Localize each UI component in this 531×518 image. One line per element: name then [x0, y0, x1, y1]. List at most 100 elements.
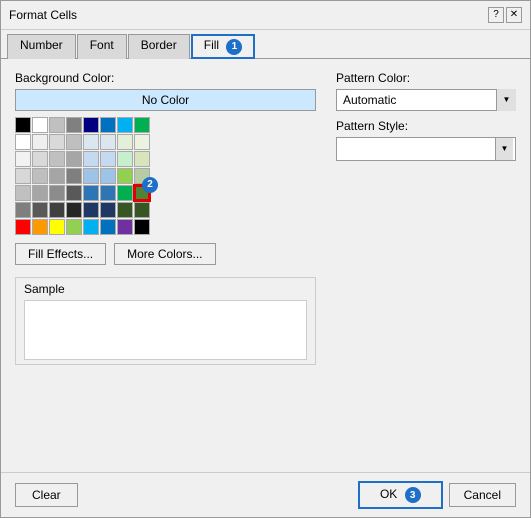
color-cell[interactable] — [49, 151, 65, 167]
sample-section: Sample — [15, 277, 316, 365]
color-row — [15, 168, 316, 184]
color-cell[interactable] — [117, 202, 133, 218]
color-cell[interactable] — [49, 202, 65, 218]
color-cell[interactable] — [32, 151, 48, 167]
color-cell[interactable] — [117, 185, 133, 201]
color-cell[interactable] — [66, 134, 82, 150]
color-cell[interactable] — [134, 134, 150, 150]
color-cell[interactable]: 2 — [134, 185, 150, 201]
color-cell[interactable] — [15, 202, 31, 218]
color-cell[interactable] — [100, 219, 116, 235]
tab-content: Background Color: No Color 2 Fill Effect… — [1, 59, 530, 472]
more-colors-button[interactable]: More Colors... — [114, 243, 215, 265]
color-cell[interactable] — [32, 202, 48, 218]
pattern-style-select-wrapper: ▼ — [336, 137, 516, 161]
tab-border[interactable]: Border — [128, 34, 190, 59]
color-cell[interactable] — [100, 202, 116, 218]
color-cell[interactable] — [100, 185, 116, 201]
color-cell[interactable] — [49, 168, 65, 184]
color-cell[interactable] — [117, 219, 133, 235]
color-cell[interactable] — [134, 151, 150, 167]
color-cell[interactable] — [15, 134, 31, 150]
color-cell[interactable] — [100, 168, 116, 184]
color-cell[interactable] — [83, 151, 99, 167]
color-cell[interactable] — [15, 219, 31, 235]
color-row — [15, 219, 316, 235]
tab-fill[interactable]: Fill 1 — [191, 34, 256, 59]
ok-badge: 3 — [405, 487, 421, 503]
pattern-color-select[interactable]: Automatic — [336, 89, 516, 111]
color-cell[interactable] — [100, 117, 116, 133]
color-cell[interactable] — [117, 117, 133, 133]
title-bar: Format Cells ? ✕ — [1, 1, 530, 30]
color-cell[interactable] — [15, 168, 31, 184]
color-row — [15, 151, 316, 167]
fill-tab-badge: 1 — [226, 39, 242, 55]
color-cell[interactable] — [32, 168, 48, 184]
tab-number[interactable]: Number — [7, 34, 76, 59]
color-cell[interactable] — [83, 117, 99, 133]
color-cell[interactable] — [49, 185, 65, 201]
color-cell[interactable] — [134, 202, 150, 218]
title-controls: ? ✕ — [488, 7, 522, 23]
tab-font[interactable]: Font — [77, 34, 127, 59]
color-cell[interactable] — [32, 134, 48, 150]
right-section: Pattern Color: Automatic ▼ Pattern Style… — [336, 71, 516, 460]
left-section: Background Color: No Color 2 Fill Effect… — [15, 71, 316, 460]
dialog-title: Format Cells — [9, 8, 77, 22]
pattern-style-arrow-icon: ▼ — [495, 138, 513, 160]
pattern-color-select-wrapper: Automatic ▼ — [336, 89, 516, 111]
color-cell[interactable] — [66, 151, 82, 167]
main-row: Background Color: No Color 2 Fill Effect… — [15, 71, 516, 460]
sample-box — [24, 300, 307, 360]
tab-bar: Number Font Border Fill 1 — [1, 30, 530, 59]
color-cell[interactable] — [100, 151, 116, 167]
title-bar-left: Format Cells — [9, 8, 77, 22]
color-cell[interactable] — [66, 117, 82, 133]
color-cell[interactable] — [66, 219, 82, 235]
pattern-style-label: Pattern Style: — [336, 119, 516, 133]
color-cell[interactable] — [83, 185, 99, 201]
color-row — [15, 202, 316, 218]
color-cell[interactable] — [134, 219, 150, 235]
color-cell[interactable] — [100, 134, 116, 150]
dialog-footer: Clear OK 3 Cancel — [1, 472, 530, 518]
fill-effects-button[interactable]: Fill Effects... — [15, 243, 106, 265]
color-cell[interactable] — [15, 185, 31, 201]
color-cell[interactable] — [49, 117, 65, 133]
color-cell[interactable] — [66, 202, 82, 218]
cancel-button[interactable]: Cancel — [449, 483, 516, 507]
color-cell[interactable] — [83, 202, 99, 218]
color-cell[interactable] — [134, 117, 150, 133]
close-button[interactable]: ✕ — [506, 7, 522, 23]
selected-cell-badge: 2 — [142, 177, 158, 193]
background-color-label: Background Color: — [15, 71, 316, 85]
clear-button[interactable]: Clear — [15, 483, 78, 507]
color-cell[interactable] — [49, 134, 65, 150]
ok-button[interactable]: OK 3 — [358, 481, 443, 510]
sample-label: Sample — [24, 282, 307, 296]
color-cell[interactable] — [117, 151, 133, 167]
fill-action-buttons: Fill Effects... More Colors... — [15, 243, 316, 265]
color-cell[interactable] — [49, 219, 65, 235]
color-cell[interactable] — [32, 219, 48, 235]
help-button[interactable]: ? — [488, 7, 504, 23]
color-cell[interactable] — [117, 168, 133, 184]
color-cell[interactable] — [15, 151, 31, 167]
color-cell[interactable] — [83, 219, 99, 235]
color-row — [15, 134, 316, 150]
pattern-color-label: Pattern Color: — [336, 71, 516, 85]
color-row: 2 — [15, 185, 316, 201]
color-cell[interactable] — [32, 185, 48, 201]
color-grid: 2 — [15, 117, 316, 235]
color-cell[interactable] — [83, 168, 99, 184]
color-cell[interactable] — [15, 117, 31, 133]
no-color-button[interactable]: No Color — [15, 89, 316, 111]
format-cells-dialog: Format Cells ? ✕ Number Font Border Fill… — [0, 0, 531, 518]
color-cell[interactable] — [66, 168, 82, 184]
color-cell[interactable] — [32, 117, 48, 133]
color-cell[interactable] — [83, 134, 99, 150]
pattern-style-box[interactable]: ▼ — [336, 137, 516, 161]
color-cell[interactable] — [117, 134, 133, 150]
color-cell[interactable] — [66, 185, 82, 201]
